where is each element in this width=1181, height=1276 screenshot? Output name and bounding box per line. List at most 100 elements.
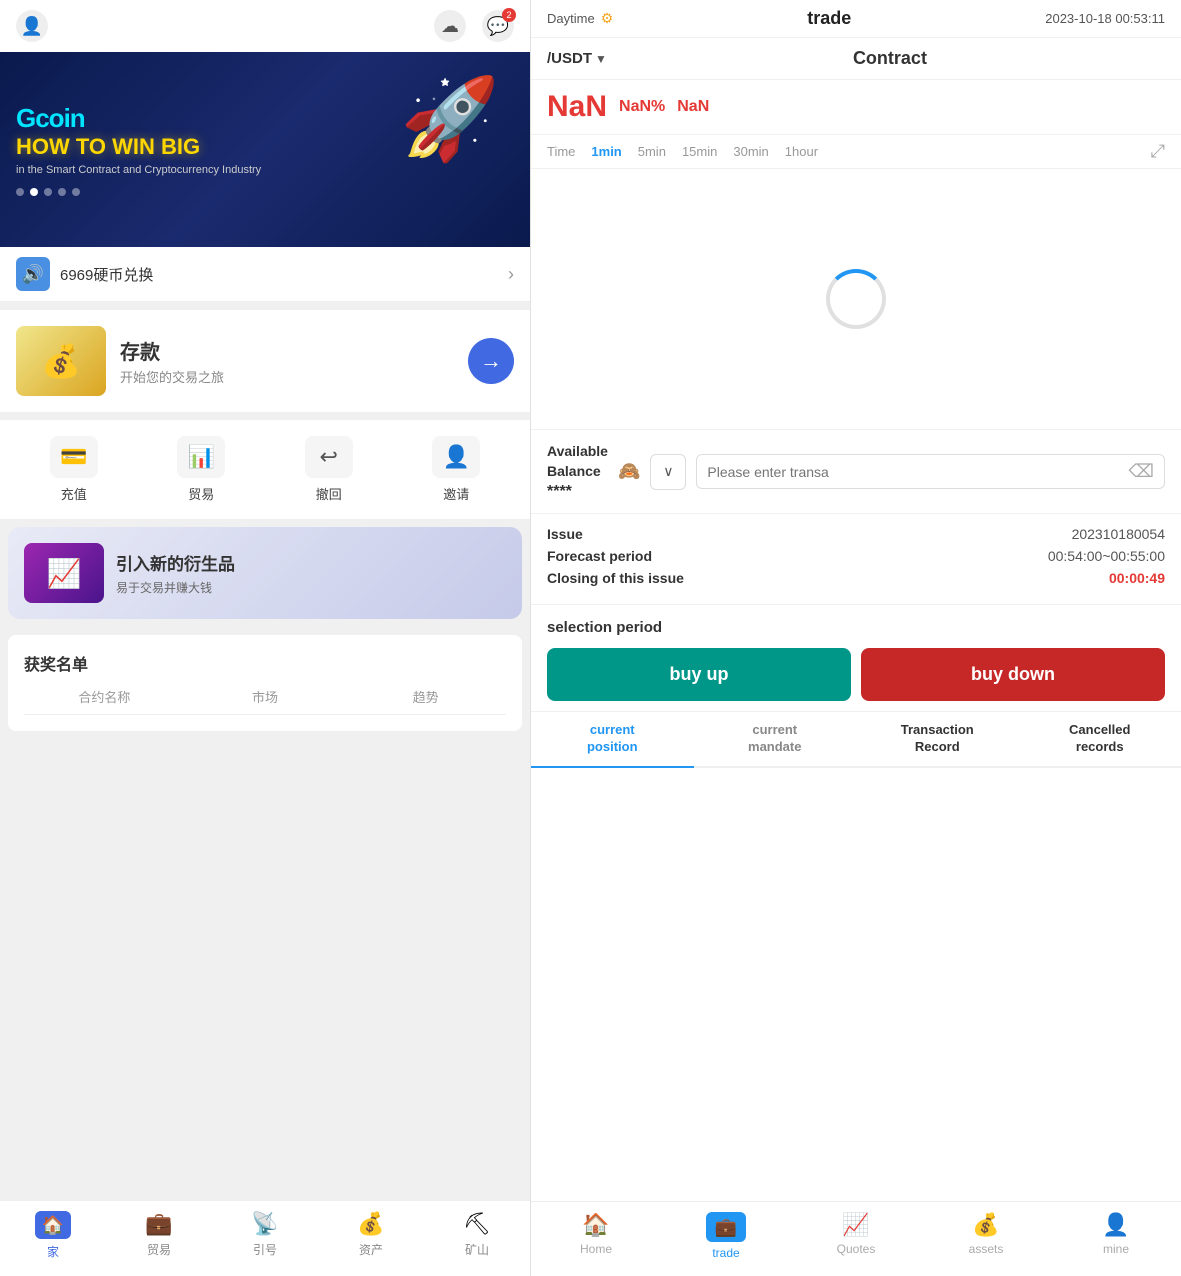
rnav-quotes[interactable]: 📈 Quotes [791,1212,921,1260]
promo-title: 引入新的衍生品 [116,550,506,575]
action-withdraw[interactable]: ↩ 撤回 [305,436,353,503]
signal-icon: 📡 [251,1211,278,1237]
balance-label: AvailableBalance [547,442,608,481]
tab-current-mandate[interactable]: currentmandate [694,722,857,768]
forecast-value: 00:54:00~00:55:00 [1048,548,1165,564]
price-section: NaN NaN% NaN [531,80,1181,135]
buy-up-button[interactable]: buy up [547,648,851,701]
clear-input-icon[interactable]: ⌫ [1129,461,1154,482]
rnav-assets-icon: 💰 [972,1212,999,1238]
transaction-input-wrap: ⌫ [696,454,1165,489]
buy-down-button[interactable]: buy down [861,648,1165,701]
tab-30min[interactable]: 30min [733,144,768,159]
pair-selector[interactable]: /USDT ▼ [547,50,607,67]
invite-icon: 👤 [432,436,480,478]
dot-2[interactable] [30,188,38,196]
tab-5min[interactable]: 5min [638,144,666,159]
coin-speaker-icon: 🔊 [16,257,50,291]
rnav-mine[interactable]: 👤 mine [1051,1212,1181,1260]
rnav-trade[interactable]: 💼 trade [661,1212,791,1260]
deposit-section: 💰 存款 开始您的交易之旅 → [0,310,530,412]
price-pct: NaN% [619,98,665,116]
chart-area [531,169,1181,429]
nav-assets-label: 资产 [359,1241,383,1258]
selection-label: selection period [547,619,1165,636]
issue-section: Issue 202310180054 Forecast period 00:54… [531,514,1181,605]
rnav-trade-icon: 💼 [706,1212,746,1242]
winners-title: 获奖名单 [24,651,506,675]
nav-home-label: 家 [47,1243,59,1260]
price-main: NaN [547,90,607,124]
action-trade[interactable]: 📊 贸易 [177,436,225,503]
balance-section: AvailableBalance **** 🙈 ∨ ⌫ [531,429,1181,514]
winner-col-market: 市场 [185,687,346,706]
rocket-icon: 🚀 [400,72,500,166]
winner-col-contract: 合约名称 [24,687,185,706]
download-icon[interactable]: ☁ [434,10,466,42]
nav-trade[interactable]: 💼 贸易 [106,1211,212,1260]
daytime-section: Daytime ⚙ [547,10,613,27]
promo-illustration: 📈 [24,543,104,603]
tab-cancelled-records[interactable]: Cancelledrecords [1019,722,1181,768]
contract-title: Contract [615,48,1165,69]
closing-key: Closing of this issue [547,570,684,586]
right-bottom-nav: 🏠 Home 💼 trade 📈 Quotes 💰 assets 👤 mine [531,1201,1181,1276]
time-tabs: Time 1min 5min 15min 30min 1hour ⤢ [531,135,1181,169]
right-topbar: Daytime ⚙ trade 2023-10-18 00:53:11 [531,0,1181,38]
rnav-trade-label: trade [712,1246,739,1260]
expand-chart-icon[interactable]: ⤢ [1151,141,1165,162]
daytime-gear-icon[interactable]: ⚙ [601,10,614,27]
banner-title: HOW TO WIN BIG [16,134,200,160]
rnav-assets[interactable]: 💰 assets [921,1212,1051,1260]
tab-transaction-record[interactable]: TransactionRecord [856,722,1019,768]
action-bar: 💳 充值 📊 贸易 ↩ 撤回 👤 邀请 [0,420,530,519]
forecast-key: Forecast period [547,548,652,564]
promo-banner: 📈 引入新的衍生品 易于交易并赚大钱 [8,527,522,619]
dot-1[interactable] [16,188,24,196]
balance-dropdown-button[interactable]: ∨ [650,454,686,490]
banner: Gcoin HOW TO WIN BIG in the Smart Contra… [0,52,530,247]
banner-subtitle: in the Smart Contract and Cryptocurrency… [16,164,261,176]
withdraw-icon: ↩ [305,436,353,478]
balance-stars: **** [547,483,608,501]
tab-current-position[interactable]: currentposition [531,722,694,768]
logo-text: Gcoin [16,103,85,133]
closing-value: 00:00:49 [1109,570,1165,586]
dot-5[interactable] [72,188,80,196]
action-invite[interactable]: 👤 邀请 [432,436,480,503]
nav-signal-label: 引号 [253,1241,277,1258]
nav-mine-label: 矿山 [465,1241,489,1258]
winner-col-trend: 趋势 [345,687,506,706]
transaction-input[interactable] [707,464,1128,480]
issue-row: Issue 202310180054 [547,526,1165,542]
toggle-balance-icon[interactable]: 🙈 [618,461,640,482]
rnav-home-icon: 🏠 [582,1212,609,1238]
rnav-mine-label: mine [1103,1242,1129,1256]
tab-15min[interactable]: 15min [682,144,717,159]
winners-section: 获奖名单 合约名称 市场 趋势 [8,635,522,731]
nav-mine[interactable]: ⛏ 矿山 [424,1211,530,1260]
nav-home[interactable]: 🏠 家 [0,1211,106,1260]
mine-icon: ⛏ [463,1211,491,1237]
pair-dropdown-icon: ▼ [595,52,607,66]
action-recharge[interactable]: 💳 充值 [50,436,98,503]
rnav-home[interactable]: 🏠 Home [531,1212,661,1260]
nav-assets[interactable]: 💰 资产 [318,1211,424,1260]
trade-icon: 📊 [177,436,225,478]
loading-spinner [826,269,886,329]
coin-exchange-bar[interactable]: 🔊 6969硬币兑换 › [0,247,530,302]
assets-icon: 💰 [357,1211,384,1237]
dot-4[interactable] [58,188,66,196]
nav-signal[interactable]: 📡 引号 [212,1211,318,1260]
recharge-label: 充值 [61,484,87,503]
tab-1hour[interactable]: 1hour [785,144,818,159]
tab-1min[interactable]: 1min [591,144,621,159]
deposit-arrow-button[interactable]: → [468,338,514,384]
trade-label: 贸易 [188,484,214,503]
deposit-title: 存款 [120,336,454,365]
dot-3[interactable] [44,188,52,196]
coin-exchange-label: 6969硬币兑换 [60,264,498,285]
invite-label: 邀请 [443,484,469,503]
messages-icon[interactable]: 💬 2 [482,10,514,42]
contract-header: /USDT ▼ Contract [531,38,1181,80]
